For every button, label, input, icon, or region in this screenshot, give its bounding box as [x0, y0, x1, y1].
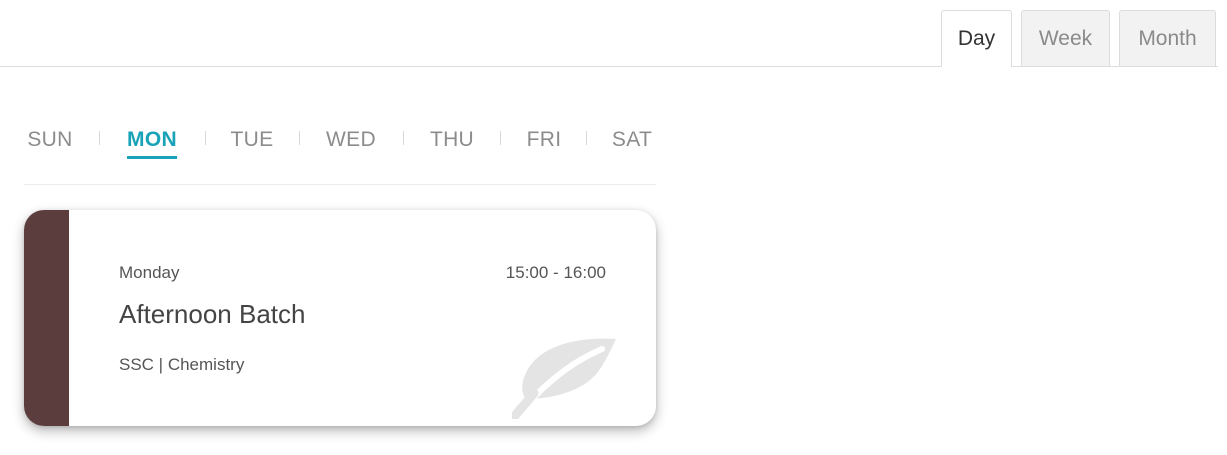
day-tab-sat[interactable]: SAT [612, 128, 652, 152]
schedule-page: Day Week Month SUN MON TUE WED THU FRI S… [0, 0, 1227, 455]
day-tab-wed[interactable]: WED [326, 128, 376, 152]
day-separator [500, 131, 501, 145]
day-tab-fri[interactable]: FRI [527, 128, 562, 152]
day-separator [586, 131, 587, 145]
card-title: Afternoon Batch [119, 299, 306, 329]
day-separator [99, 131, 100, 145]
tab-week[interactable]: Week [1021, 10, 1110, 66]
card-accent-bar [24, 210, 69, 426]
day-tab-sun[interactable]: SUN [27, 128, 72, 152]
leaf-icon [512, 338, 616, 419]
view-tabs: Day Week Month [0, 0, 1218, 67]
card-day: Monday [119, 263, 180, 282]
tab-day[interactable]: Day [941, 10, 1012, 67]
card-time: 15:00 - 16:00 [505, 263, 606, 282]
card-subject: SSC | Chemistry [119, 355, 245, 374]
day-tab-mon[interactable]: MON [127, 128, 177, 159]
batch-card[interactable]: Monday 15:00 - 16:00 Afternoon Batch SSC… [24, 210, 656, 426]
day-separator [205, 131, 206, 145]
day-of-week-nav: SUN MON TUE WED THU FRI SAT [24, 120, 656, 185]
day-separator [299, 131, 300, 145]
tab-month[interactable]: Month [1119, 10, 1216, 66]
day-separator [403, 131, 404, 145]
day-tab-tue[interactable]: TUE [231, 128, 274, 152]
day-tab-thu[interactable]: THU [430, 128, 474, 152]
